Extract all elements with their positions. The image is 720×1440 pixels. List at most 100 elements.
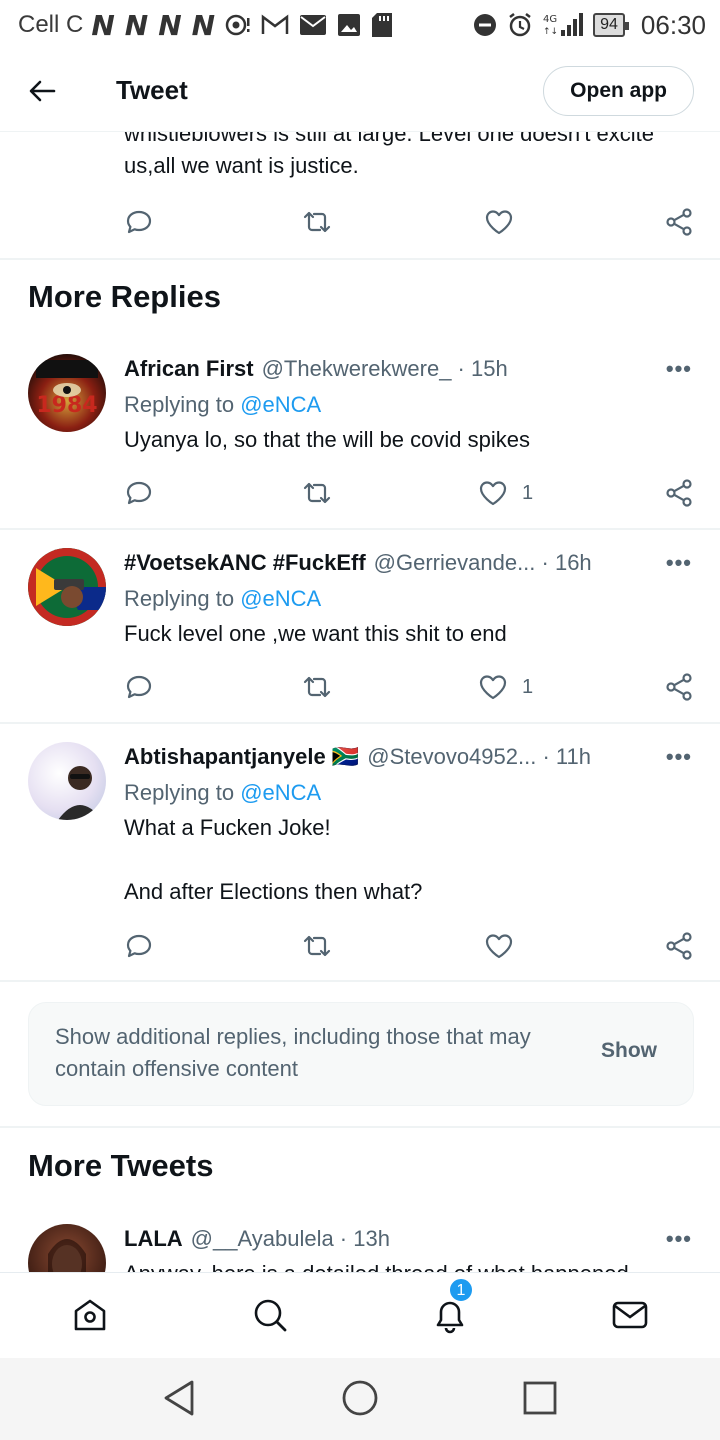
share-icon <box>666 673 692 701</box>
author-name[interactable]: #VoetsekANC #FuckEff <box>124 550 366 576</box>
reply-button[interactable] <box>124 672 154 702</box>
replying-label: Replying to <box>124 586 235 611</box>
notification-n-icon: N <box>191 8 216 42</box>
tweet-header: LALA @__Ayabulela · 13h <box>124 1226 390 1252</box>
avatar[interactable] <box>28 742 106 820</box>
retweet-button[interactable] <box>302 672 332 702</box>
more-options-icon[interactable]: ••• <box>666 744 692 770</box>
show-additional-text: Show additional replies, including those… <box>55 1024 531 1081</box>
retweet-button[interactable] <box>302 478 332 508</box>
replying-to: Replying to @eNCA <box>124 586 321 612</box>
replying-to: Replying to @eNCA <box>124 780 321 806</box>
share-icon <box>666 208 692 236</box>
divider <box>0 258 720 260</box>
retweet-button[interactable] <box>302 207 332 237</box>
reply-icon <box>126 210 152 234</box>
avatar-image <box>58 766 102 820</box>
nav-home[interactable] <box>70 1295 110 1335</box>
like-count: 1 <box>522 481 534 504</box>
mention-link[interactable]: @eNCA <box>240 392 321 417</box>
reply-button[interactable] <box>124 207 154 237</box>
like-button[interactable] <box>484 207 514 237</box>
nav-search[interactable] <box>250 1295 290 1335</box>
reply-button[interactable] <box>124 931 154 961</box>
more-tweets-heading: More Tweets <box>28 1148 214 1183</box>
retweet-button[interactable] <box>302 931 332 961</box>
tweet-text: whistleblowers is still at large. Level … <box>124 132 655 178</box>
reply-header: #VoetsekANC #FuckEff @Gerrievande... · 1… <box>124 550 592 576</box>
reply-header: African First @Thekwerekwere_ · 15h <box>124 356 508 382</box>
search-icon <box>254 1299 287 1332</box>
nav-notifications[interactable]: 1 <box>430 1277 474 1335</box>
mail-icon <box>612 1301 648 1329</box>
more-replies-heading: More Replies <box>28 279 221 314</box>
clock: 06:30 <box>640 9 706 40</box>
mention-link[interactable]: @eNCA <box>240 586 321 611</box>
bottom-navigation: 1 <box>0 1272 720 1358</box>
replying-to: Replying to @eNCA <box>124 392 321 418</box>
notification-n-icon: N <box>158 8 182 42</box>
like-button[interactable] <box>484 931 514 961</box>
reply-icon <box>126 934 152 958</box>
share-button[interactable] <box>664 931 694 961</box>
tweet-thread: whistleblowers is still at large. Level … <box>0 132 720 1272</box>
like-button[interactable]: 1 <box>478 672 533 702</box>
triangle-back-icon <box>164 1380 194 1416</box>
like-button[interactable]: 1 <box>478 478 533 508</box>
system-back-button[interactable] <box>160 1378 200 1418</box>
show-button[interactable]: Show <box>601 1039 657 1063</box>
signal-icon: 4G ↑↓ <box>543 13 584 37</box>
retweet-icon <box>303 676 331 698</box>
divider <box>0 980 720 982</box>
reply-icon <box>126 675 152 699</box>
show-additional-replies[interactable]: Show additional replies, including those… <box>28 1002 694 1106</box>
author-name[interactable]: African First <box>124 356 254 382</box>
tweet-actions <box>124 202 694 242</box>
gmail-icon <box>261 14 289 34</box>
svg-text:4G: 4G <box>543 14 557 25</box>
system-recents-button[interactable] <box>520 1378 560 1418</box>
author-handle[interactable]: @Thekwerekwere_ · 15h <box>262 356 508 382</box>
share-button[interactable] <box>664 672 694 702</box>
share-button[interactable] <box>664 207 694 237</box>
more-options-icon[interactable]: ••• <box>666 550 692 576</box>
system-home-button[interactable] <box>340 1378 380 1418</box>
back-button[interactable] <box>0 50 84 132</box>
more-options-icon[interactable]: ••• <box>666 356 692 382</box>
heart-icon <box>485 934 513 959</box>
reply-button[interactable] <box>124 478 154 508</box>
hotspot-icon <box>225 14 250 36</box>
avatar[interactable] <box>28 1224 106 1272</box>
divider <box>0 528 720 530</box>
notification-n-icon: N <box>124 8 149 42</box>
tweet-text: Anyway, here is a detailed thread of wha… <box>124 1258 684 1272</box>
author-handle[interactable]: @Gerrievande... · 16h <box>374 550 592 576</box>
square-recents-icon <box>523 1381 557 1415</box>
author-name[interactable]: LALA <box>124 1226 183 1252</box>
status-right: 4G ↑↓ 94 06:30 <box>473 10 706 41</box>
home-icon <box>74 1299 106 1331</box>
author-handle[interactable]: @__Ayabulela · 13h <box>191 1226 390 1252</box>
open-app-button[interactable]: Open app <box>543 66 694 116</box>
share-button[interactable] <box>664 478 694 508</box>
reply-actions: 1 <box>124 667 694 707</box>
mail-icon <box>300 15 327 35</box>
avatar[interactable]: 1984 <box>28 354 106 432</box>
mention-link[interactable]: @eNCA <box>240 780 321 805</box>
more-options-icon[interactable]: ••• <box>666 1226 692 1252</box>
alarm-icon <box>509 13 531 37</box>
replying-label: Replying to <box>124 780 235 805</box>
notification-badge: 1 <box>448 1277 474 1303</box>
battery-indicator: 94 <box>593 13 629 37</box>
author-handle[interactable]: @Stevovo4952... · 11h <box>367 744 591 770</box>
nav-messages[interactable] <box>610 1295 650 1335</box>
heart-icon <box>479 481 507 506</box>
notification-n-icon: N <box>91 8 115 42</box>
author-name[interactable]: Abtishapantjanyele 🇿🇦 <box>124 744 359 770</box>
reply-header: Abtishapantjanyele 🇿🇦 @Stevovo4952... · … <box>124 744 591 770</box>
avatar[interactable] <box>28 548 106 626</box>
do-not-disturb-icon <box>474 14 497 36</box>
reply-text: Uyanya lo, so that the will be covid spi… <box>124 427 530 452</box>
retweet-icon <box>303 482 331 504</box>
heart-icon <box>485 210 513 235</box>
